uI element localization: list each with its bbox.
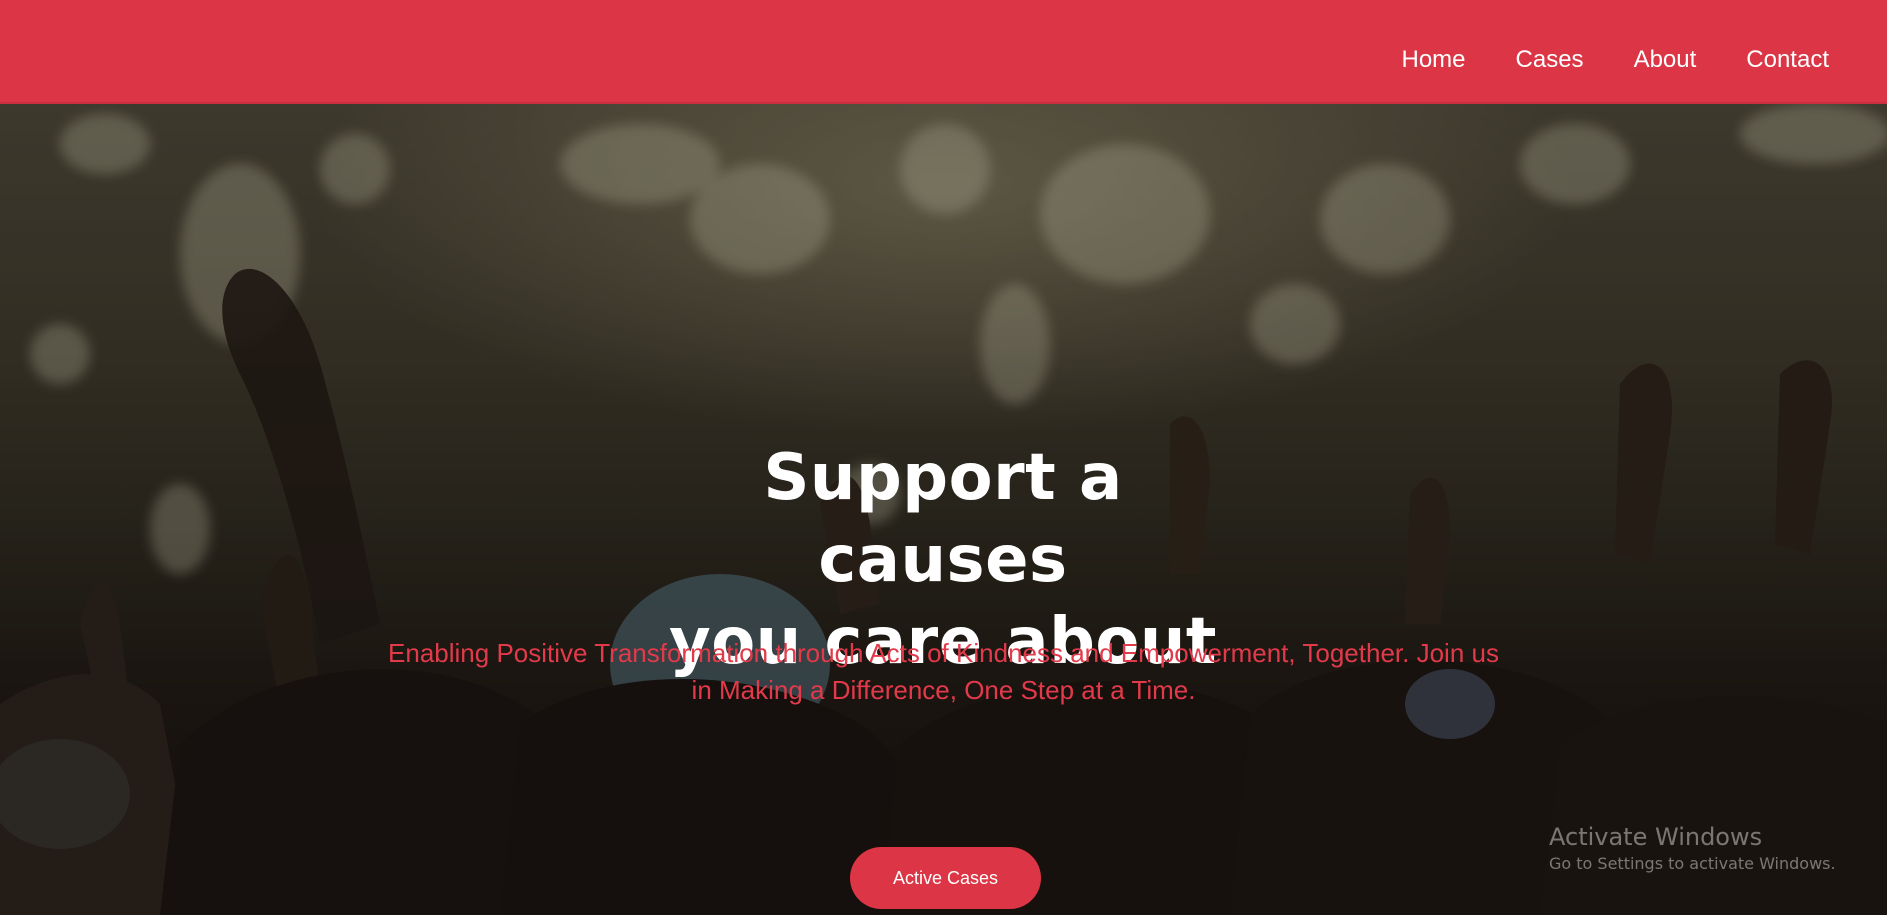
watermark-subtitle: Go to Settings to activate Windows. — [1549, 854, 1836, 873]
navbar: Home Cases About Contact — [0, 0, 1887, 104]
nav-link-contact[interactable]: Contact — [1746, 48, 1829, 72]
nav-links: Home Cases About Contact — [1352, 48, 1830, 72]
hero-title-line1: Support a causes — [763, 441, 1123, 597]
active-cases-button[interactable]: Active Cases — [850, 847, 1041, 909]
nav-link-about[interactable]: About — [1634, 48, 1697, 72]
nav-link-home[interactable]: Home — [1402, 48, 1466, 72]
nav-link-cases[interactable]: Cases — [1516, 48, 1584, 72]
page: Home Cases About Contact Support a cause… — [0, 0, 1887, 915]
hero-subtitle: Enabling Positive Transformation through… — [388, 638, 1499, 705]
windows-activation-watermark: Activate Windows Go to Settings to activ… — [1549, 823, 1836, 877]
watermark-title: Activate Windows — [1549, 823, 1763, 851]
